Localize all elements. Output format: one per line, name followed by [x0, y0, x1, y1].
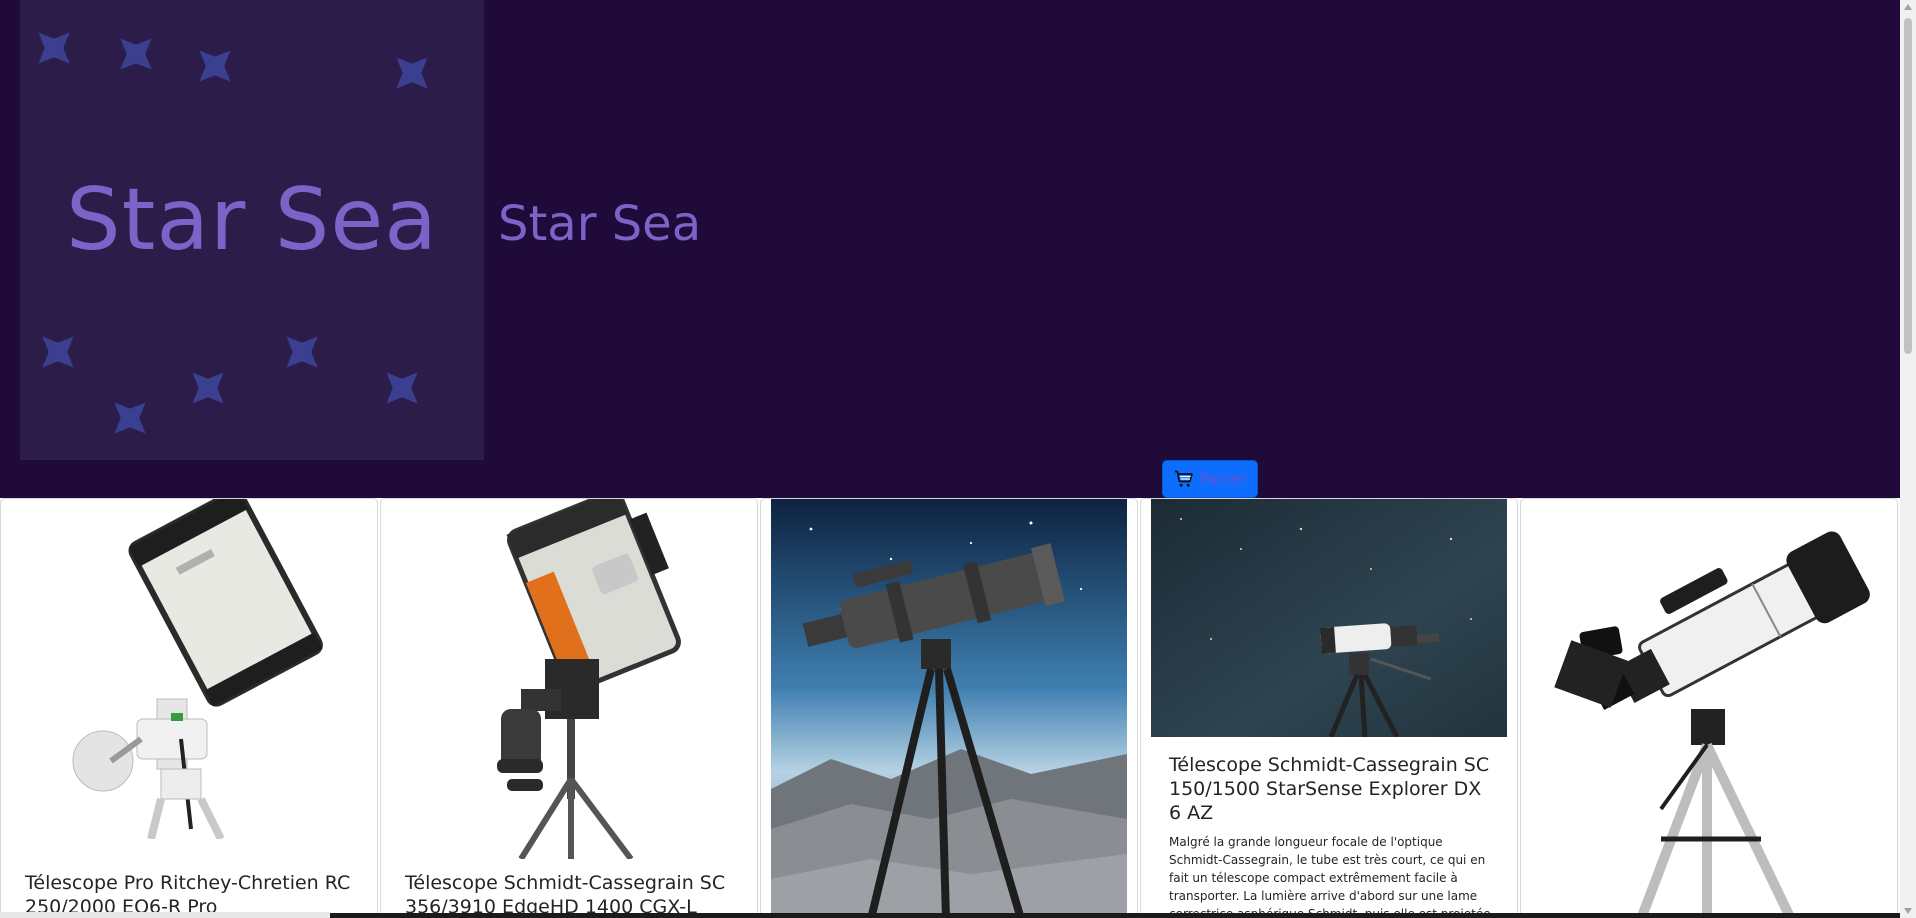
logo[interactable]: Star Sea	[20, 0, 484, 460]
horizontal-scrollbar[interactable]	[0, 912, 330, 918]
product-card[interactable]: Télescope Schmidt-Cassegrain SC 150/1500…	[1140, 498, 1518, 918]
product-image[interactable]	[421, 499, 721, 859]
star-icon	[114, 32, 158, 76]
cart-button[interactable]: Panier	[1162, 460, 1258, 498]
product-title[interactable]: Télescope Schmidt-Cassegrain SC 150/1500…	[1169, 753, 1499, 825]
star-icon	[36, 330, 80, 374]
product-title[interactable]: Télescope Pro Ritchey-Chretien RC 250/20…	[25, 871, 355, 917]
product-card[interactable]: Télescope Pro Ritchey-Chretien RC 250/20…	[0, 498, 378, 918]
product-card[interactable]	[760, 498, 1138, 918]
site-title[interactable]: Star Sea	[498, 196, 701, 252]
vertical-scrollbar[interactable]	[1900, 0, 1916, 918]
star-icon	[193, 44, 237, 88]
product-title[interactable]: Télescope Schmidt-Cassegrain SC 356/3910…	[405, 871, 735, 917]
product-card[interactable]: Télescope Schmidt-Cassegrain SC 356/3910…	[380, 498, 758, 918]
product-description: Malgré la grande longueur focale de l'op…	[1169, 835, 1491, 917]
product-image[interactable]	[41, 499, 341, 839]
scrollbar-thumb[interactable]	[1904, 18, 1912, 354]
site-header: Star Sea Star Sea Panier	[0, 0, 1900, 498]
star-icon	[390, 51, 434, 95]
star-icon	[32, 26, 76, 70]
product-card[interactable]	[1520, 498, 1898, 918]
star-icon	[380, 366, 424, 410]
scroll-down-arrow-icon[interactable]	[1904, 908, 1912, 914]
cart-icon	[1174, 470, 1193, 487]
product-image[interactable]	[1151, 499, 1507, 737]
product-image[interactable]	[771, 499, 1127, 917]
product-image[interactable]	[1541, 509, 1881, 917]
scroll-up-arrow-icon[interactable]	[1904, 4, 1912, 10]
star-icon	[280, 330, 324, 374]
cart-label: Panier	[1199, 470, 1247, 488]
product-list: Télescope Pro Ritchey-Chretien RC 250/20…	[0, 498, 1900, 918]
star-icon	[186, 366, 230, 410]
logo-text: Star Sea	[66, 170, 438, 270]
star-icon	[108, 396, 152, 440]
